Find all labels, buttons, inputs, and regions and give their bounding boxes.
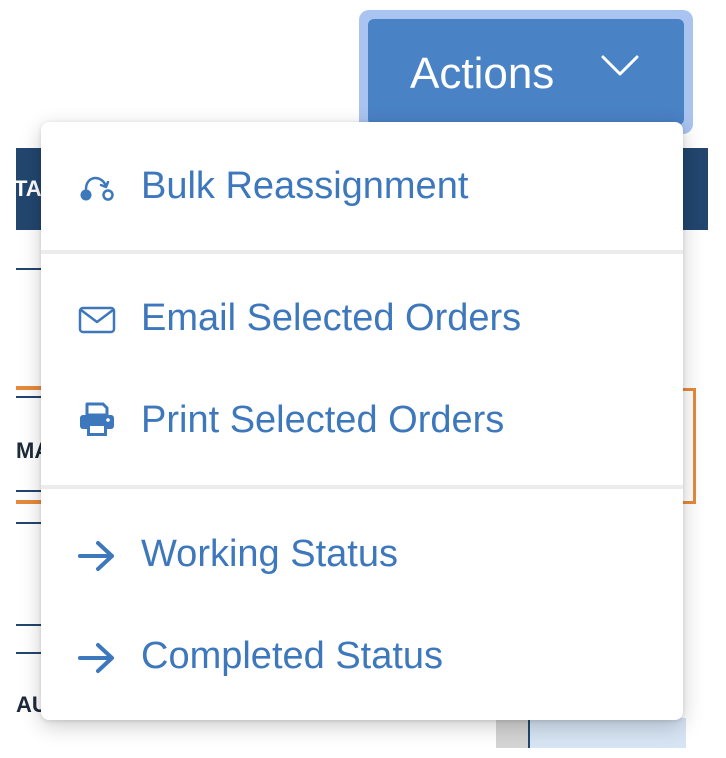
arrow-right-icon xyxy=(78,541,114,571)
menu-item-label: Print Selected Orders xyxy=(141,399,505,441)
printer-icon xyxy=(80,402,114,436)
arrow-right-icon xyxy=(78,643,114,673)
envelope-icon xyxy=(78,306,116,334)
actions-button-label: Actions xyxy=(410,49,555,98)
menu-item-label: Working Status xyxy=(141,533,398,575)
menu-item-email-selected-orders[interactable]: Email Selected Orders xyxy=(41,268,683,368)
menu-divider xyxy=(41,485,683,489)
menu-item-completed-status[interactable]: Completed Status xyxy=(41,606,683,706)
screen: TAI MA AU Actions Bulk Reassignment Emai… xyxy=(0,0,726,758)
menu-item-label: Email Selected Orders xyxy=(141,297,522,339)
chevron-down-icon xyxy=(601,55,639,76)
menu-item-label: Bulk Reassignment xyxy=(141,165,469,207)
reassign-icon xyxy=(80,176,114,201)
menu-item-working-status[interactable]: Working Status xyxy=(41,504,683,604)
background-cell xyxy=(496,718,530,748)
menu-divider xyxy=(41,250,683,254)
menu-item-label: Completed Status xyxy=(141,635,444,677)
background-cell xyxy=(528,718,686,748)
menu-item-bulk-reassignment[interactable]: Bulk Reassignment xyxy=(41,134,683,234)
actions-dropdown-menu: Bulk Reassignment Email Selected Orders … xyxy=(41,122,683,720)
actions-button[interactable]: Actions xyxy=(368,19,684,125)
menu-item-print-selected-orders[interactable]: Print Selected Orders xyxy=(41,370,683,470)
